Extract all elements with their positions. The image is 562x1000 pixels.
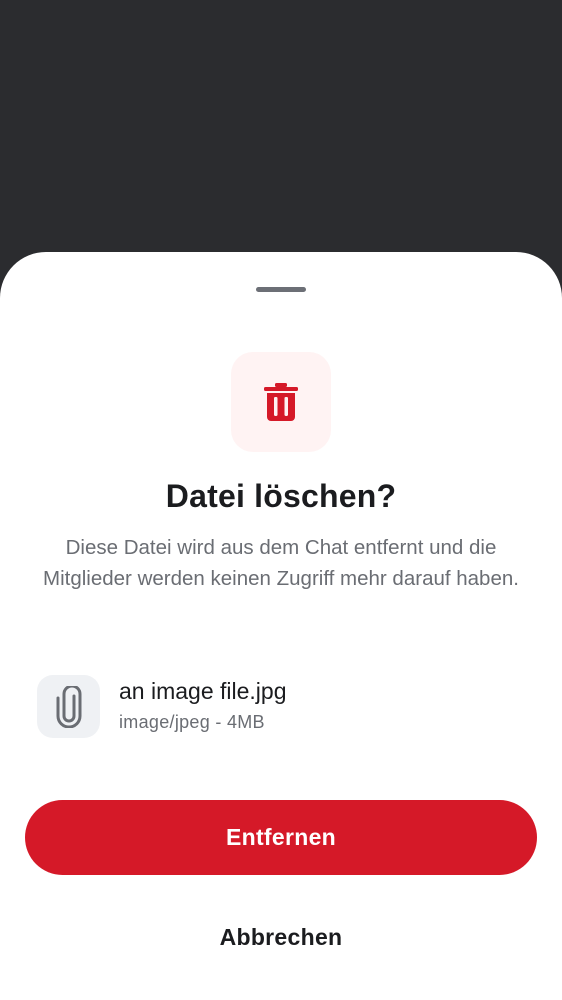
cancel-button[interactable]: Abbrechen [25, 902, 537, 972]
drag-handle[interactable] [256, 287, 306, 292]
trash-icon-tile [231, 352, 331, 452]
remove-button[interactable]: Entfernen [25, 800, 537, 875]
dialog-description: Diese Datei wird aus dem Chat entfernt u… [43, 536, 519, 590]
file-meta: image/jpeg - 4MB [119, 712, 265, 732]
file-attachment-row: an image file.jpg image/jpeg - 4MB [37, 675, 527, 739]
dialog-title: Datei löschen? [165, 478, 397, 514]
paperclip-icon [56, 685, 81, 728]
bottom-sheet-dialog: Datei löschen? Diese Datei wird aus dem … [0, 252, 562, 1000]
file-name: an image file.jpg [119, 678, 287, 704]
file-icon-tile [37, 675, 100, 738]
trash-icon [264, 383, 298, 421]
